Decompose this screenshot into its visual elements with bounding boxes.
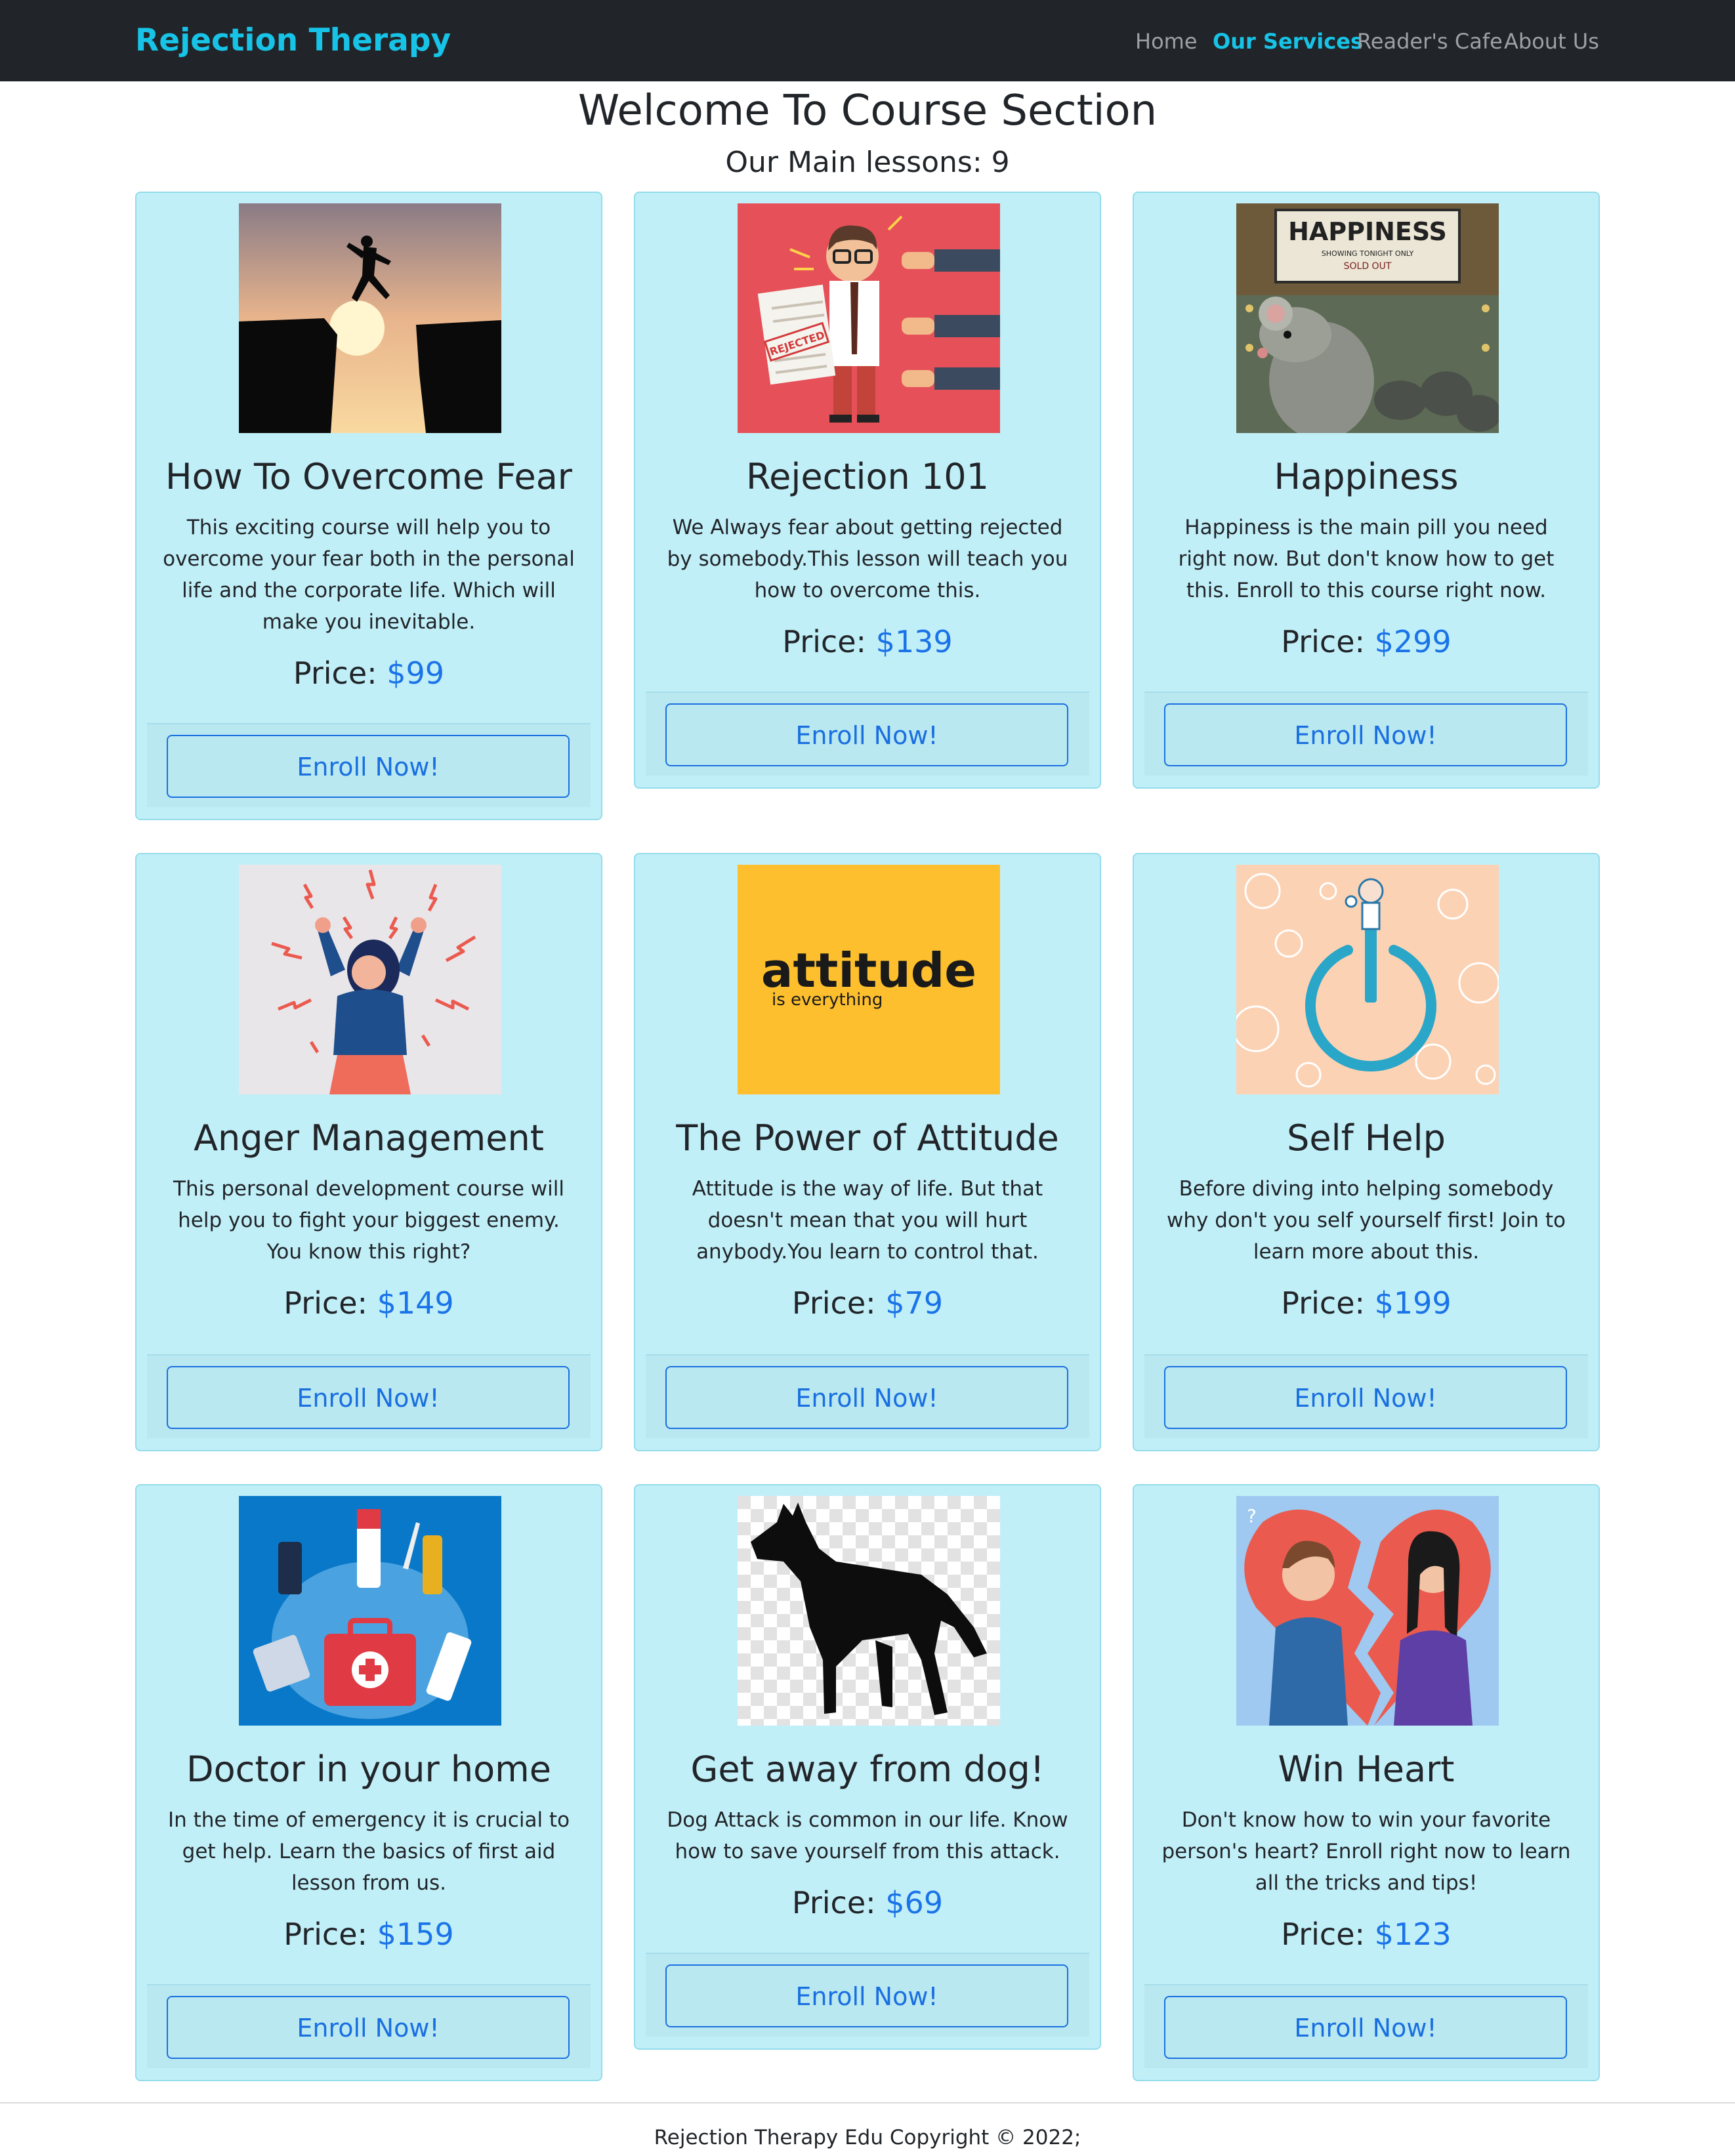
enroll-button[interactable]: Enroll Now! [665,1366,1068,1429]
price-amount: $69 [885,1885,944,1920]
course-price: Price: $99 [136,652,601,694]
price-amount: $139 [875,624,953,659]
course-price: Price: $149 [136,1282,601,1324]
card-footer: Enroll Now! [646,1953,1089,2037]
card-footer: Enroll Now! [147,1354,591,1438]
course-card-rejection-101: REJECTED Rejection 101 We Always fear ab… [634,192,1101,789]
card-footer: Enroll Now! [147,723,591,807]
price-label: Price: [1281,624,1375,659]
course-card-happiness: HAPPINESS SHOWING TONIGHT ONLY SOLD OUT … [1133,192,1600,789]
enroll-button[interactable]: Enroll Now! [167,735,570,798]
enroll-button[interactable]: Enroll Now! [1164,703,1567,766]
course-card-overcome-fear: How To Overcome Fear This exciting cours… [135,192,602,820]
course-description: Happiness is the main pill you need righ… [1178,516,1555,602]
course-title: Happiness [1274,456,1459,497]
course-card-doctor-in-your-home: Doctor in your home In the time of emerg… [135,1484,602,2081]
course-description: In the time of emergency it is crucial t… [167,1808,570,1895]
course-title: Win Heart [1278,1749,1455,1790]
course-price: Price: $159 [136,1913,601,1955]
happiness-marquee-text: HAPPINESS [1288,217,1447,246]
price-amount: $123 [1374,1917,1452,1952]
course-description: Before diving into helping somebody why … [1167,1177,1566,1264]
price-amount: $149 [377,1285,454,1321]
course-price: Price: $123 [1134,1913,1599,1955]
price-label: Price: [791,1285,886,1321]
price-amount: $79 [885,1285,944,1321]
enroll-button[interactable]: Enroll Now! [665,703,1068,766]
price-label: Price: [1281,1285,1375,1321]
course-title: The Power of Attitude [676,1117,1059,1159]
course-card-anger-management: Anger Management This personal developme… [135,853,602,1451]
price-label: Price: [293,655,387,691]
navbar: Rejection Therapy Home Our Services Read… [0,0,1735,81]
card-footer: Enroll Now! [147,1984,591,2068]
angry-woman-image [239,865,501,1094]
page-title: Welcome To Course Section [577,87,1158,135]
price-amount: $199 [1374,1285,1452,1321]
enroll-button[interactable]: Enroll Now! [665,1964,1068,2027]
price-amount: $99 [387,655,445,691]
enroll-button[interactable]: Enroll Now! [167,1996,570,2059]
happiness-rat-image: HAPPINESS SHOWING TONIGHT ONLY SOLD OUT [1236,203,1499,433]
course-card-get-away-from-dog: Get away from dog! Dog Attack is common … [634,1484,1101,2050]
footer-divider [0,2102,1735,2104]
copyright-text: Rejection Therapy Edu Copyright © 2022; [654,2126,1081,2149]
course-description: Dog Attack is common in our life. Know h… [667,1808,1068,1863]
nav-readers-cafe[interactable]: Reader's Cafe [1357,24,1503,59]
price-amount: $299 [1374,624,1452,659]
course-card-win-heart: ? Win Heart Don't know how to win your f… [1133,1484,1600,2081]
broken-heart-image: ? [1236,1496,1499,1726]
course-card-power-of-attitude: attitude is everything The Power of Atti… [634,853,1101,1451]
course-title: Get away from dog! [690,1749,1045,1790]
nav-links: Home Our Services Reader's Cafe About Us [0,0,1735,81]
course-title: How To Overcome Fear [165,456,573,497]
happiness-marquee-line1: SHOWING TONIGHT ONLY [1322,249,1414,258]
course-title: Doctor in your home [186,1749,551,1790]
card-footer: Enroll Now! [1144,692,1588,776]
course-price: Price: $79 [635,1282,1100,1324]
course-price: Price: $199 [1134,1282,1599,1324]
course-title: Rejection 101 [746,456,989,497]
lesson-count: Our Main lessons: 9 [725,146,1010,179]
course-title: Self Help [1287,1117,1446,1159]
happiness-marquee-line2: SOLD OUT [1344,261,1392,272]
card-footer: Enroll Now! [1144,1984,1588,2068]
card-footer: Enroll Now! [1144,1354,1588,1438]
course-title: Anger Management [194,1117,544,1159]
attitude-image: attitude is everything [738,865,1000,1094]
course-description: This personal development course will he… [173,1177,564,1264]
course-price: Price: $139 [635,621,1100,663]
cliff-jump-image [239,203,501,433]
nav-home[interactable]: Home [1135,24,1198,59]
course-description: Don't know how to win your favorite pers… [1161,1808,1571,1895]
nav-our-services[interactable]: Our Services [1213,24,1363,59]
price-label: Price: [283,1285,377,1321]
course-description: Attitude is the way of life. But that do… [692,1177,1043,1264]
course-description: This exciting course will help you to ov… [163,516,575,634]
course-card-self-help: Self Help Before diving into helping som… [1133,853,1600,1451]
card-footer: Enroll Now! [646,692,1089,776]
price-label: Price: [283,1917,377,1952]
price-label: Price: [782,624,876,659]
dog-image [738,1496,1000,1726]
price-label: Price: [1281,1917,1375,1952]
price-amount: $159 [377,1917,454,1952]
enroll-button[interactable]: Enroll Now! [167,1366,570,1429]
course-price: Price: $69 [635,1882,1100,1924]
course-price: Price: $299 [1134,621,1599,663]
price-label: Price: [791,1885,886,1920]
nav-about-us[interactable]: About Us [1504,24,1599,59]
enroll-button[interactable]: Enroll Now! [1164,1996,1567,2059]
first-aid-image [239,1496,501,1726]
rejected-man-image: REJECTED [738,203,1000,433]
svg-text:?: ? [1247,1505,1257,1527]
card-footer: Enroll Now! [646,1354,1089,1438]
attitude-tagline: is everything [772,990,883,1010]
enroll-button[interactable]: Enroll Now! [1164,1366,1567,1429]
power-symbol-image [1236,865,1499,1094]
course-description: We Always fear about getting rejected by… [667,516,1068,602]
